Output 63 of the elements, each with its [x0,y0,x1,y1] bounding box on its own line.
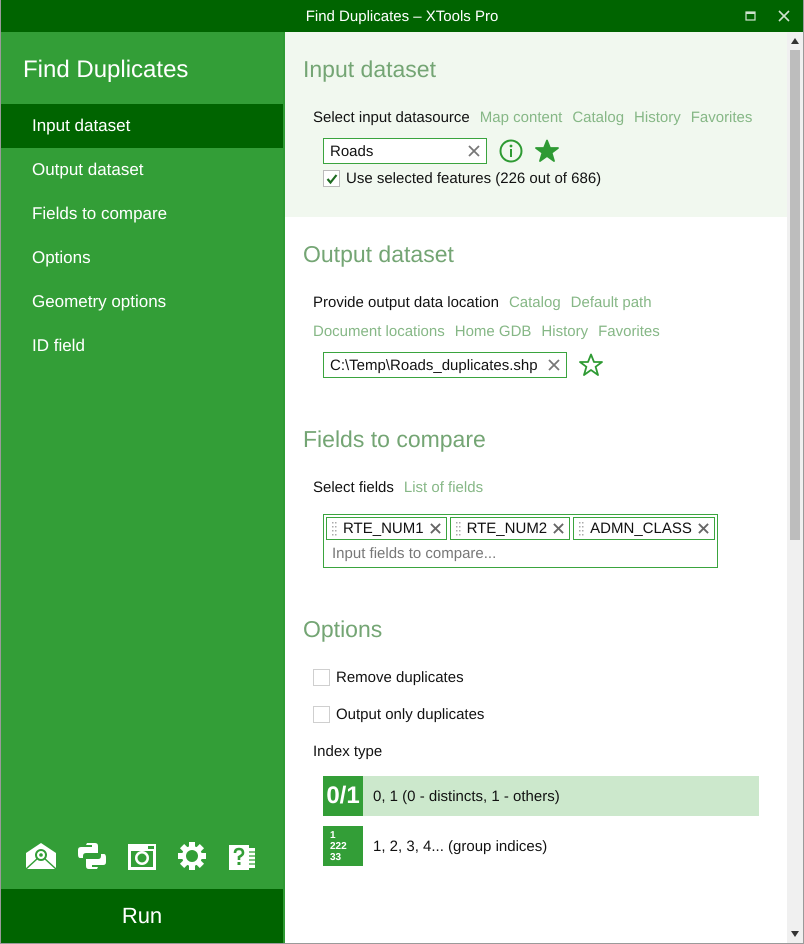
scroll-up-icon[interactable] [791,38,799,44]
sidebar-item[interactable]: Fields to compare [1,192,283,236]
prompt-label: Select input datasource [313,109,470,126]
index-type-label: Index type [313,743,384,760]
sidebar-item[interactable]: ID field [1,324,283,368]
fields-placeholder[interactable]: Input fields to compare... [326,540,638,565]
index-badge: 0/1 [323,776,363,816]
sidebar-item[interactable]: Options [1,236,283,280]
index-type-option[interactable]: 0/1 0, 1 (0 - distincts, 1 - others) [323,776,759,816]
checkbox-label: Output only duplicates [336,706,484,723]
fields-input[interactable]: RTE_NUM1 RTE_NUM2 ADMN_CLASS Input fields to compare... [323,514,718,568]
source-link[interactable]: Map content [480,109,562,126]
scroll-thumb[interactable] [790,50,800,540]
remove-icon[interactable] [553,523,564,534]
prompt-label: Provide output data location [313,294,499,311]
output-path-field[interactable]: C:\Temp\Roads_duplicates.shp [323,352,567,378]
section-heading: Fields to compare [303,426,487,453]
run-button[interactable]: Run [1,889,283,943]
location-link[interactable]: Document locations [313,323,445,340]
clear-icon[interactable] [548,359,560,371]
star-icon[interactable] [535,139,559,163]
scroll-down-icon[interactable] [791,931,799,937]
section-heading: Input dataset [303,56,437,83]
clear-icon[interactable] [468,145,480,157]
sidebar-item[interactable]: Geometry options [1,280,283,324]
source-link[interactable]: Favorites [690,109,752,126]
close-icon[interactable] [778,10,790,22]
index-badge: 1 222 33 [323,826,363,866]
drag-handle-icon[interactable] [579,522,584,536]
location-link[interactable]: History [541,323,588,340]
section-heading: Output dataset [303,241,455,268]
gear-icon[interactable] [177,841,207,871]
window-title: Find Duplicates – XTools Pro [306,8,498,24]
drag-handle-icon[interactable] [456,522,461,536]
remove-icon[interactable] [430,523,441,534]
location-link[interactable]: Favorites [598,323,660,340]
location-link[interactable]: Default path [570,294,652,311]
python-icon[interactable] [77,841,107,871]
checkbox[interactable] [313,706,330,723]
email-icon[interactable] [25,842,57,870]
remove-icon[interactable] [698,523,709,534]
source-link[interactable]: Catalog [572,109,624,126]
index-type-option[interactable]: 1 222 33 1, 2, 3, 4... (group indices) [323,826,759,866]
info-icon[interactable] [499,139,523,163]
scrollbar[interactable] [787,32,803,943]
section-heading: Options [303,616,384,643]
location-link[interactable]: Catalog [508,294,561,311]
checkbox[interactable] [323,170,340,187]
checkbox-label: Remove duplicates [336,669,464,686]
sidebar-item[interactable]: Input dataset [1,104,283,148]
camera-icon[interactable] [127,841,157,871]
star-icon[interactable] [578,353,603,377]
fields-link[interactable]: List of fields [404,479,484,496]
sidebar-title: Find Duplicates [22,55,190,85]
sidebar-item[interactable]: Output dataset [1,148,283,192]
checkbox[interactable] [313,669,330,686]
source-link[interactable]: History [634,109,681,126]
drag-handle-icon[interactable] [332,522,337,536]
checkbox-label: Use selected features (226 out of 686) [346,170,602,187]
maximize-icon[interactable] [745,10,757,22]
input-field[interactable]: Roads [323,138,487,164]
prompt-label: Select fields [313,479,394,496]
location-link[interactable]: Home GDB [454,323,532,340]
